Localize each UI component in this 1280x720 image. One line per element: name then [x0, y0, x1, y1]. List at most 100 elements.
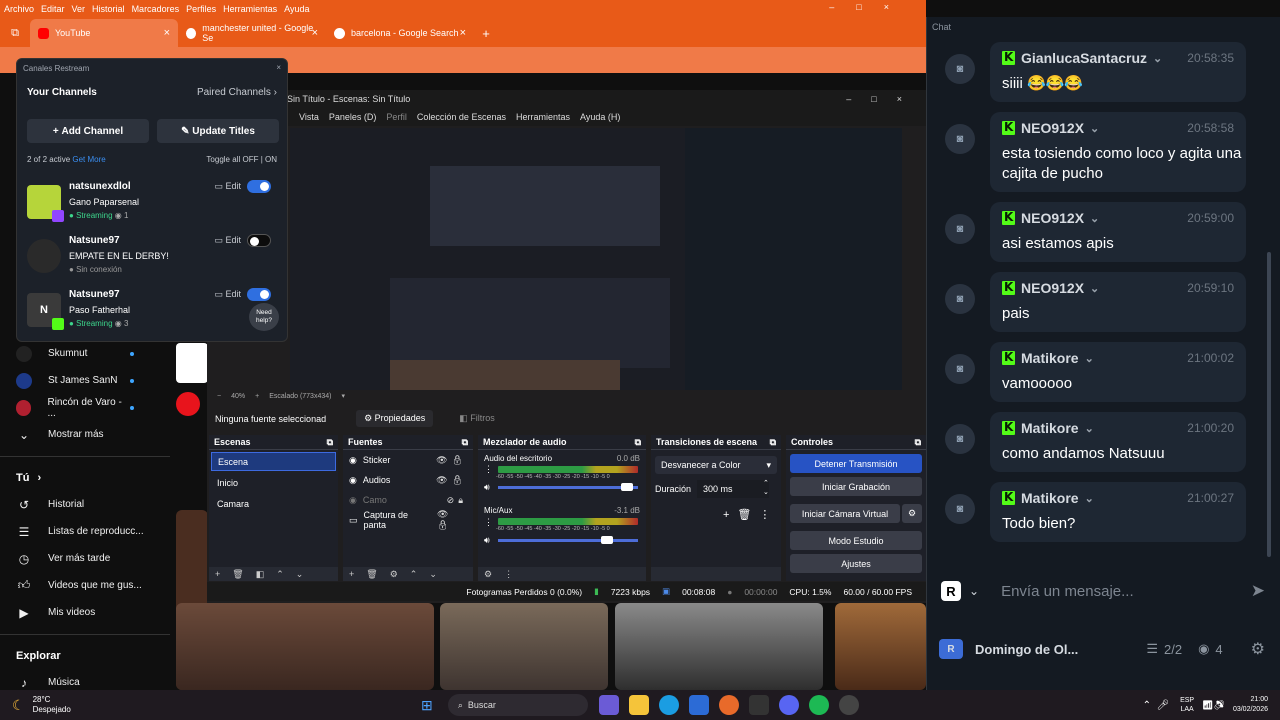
add-icon[interactable]: + [349, 569, 354, 579]
chevron-down-icon[interactable]: ⌄ [969, 584, 979, 598]
speaker-icon[interactable]: 🔊︎ [484, 535, 490, 546]
scene-item[interactable]: Inicio [211, 473, 336, 492]
tab-barcelona[interactable]: barcelona - Google Search × [326, 19, 474, 47]
message-author[interactable]: NEO912X ⌄ [1002, 210, 1099, 226]
duration-stepper[interactable]: ⌃ ⌄ [763, 479, 769, 497]
obs-menu-colecciones[interactable]: Colección de Escenas [417, 112, 506, 122]
start-virtual-cam-button[interactable]: Iniciar Cámara Virtual [790, 504, 900, 523]
sub-stjames[interactable]: St James SanN [0, 367, 170, 394]
language-indicator[interactable]: ESP LAA [1180, 696, 1194, 714]
undock-icon[interactable]: ⧉ [635, 437, 641, 448]
source-item[interactable]: ▭ Captura de panta 👁︎🔒︎ [343, 509, 473, 531]
source-item[interactable]: ◉ Sticker 👁︎🔒︎ [343, 450, 473, 470]
zoom-in-button[interactable]: + [255, 393, 259, 400]
arrow-up-icon[interactable]: ⌃ [276, 569, 284, 580]
edit-button[interactable]: ▭ Edit [214, 235, 241, 246]
arrow-up-icon[interactable]: ⌃ [410, 569, 418, 580]
scene-item[interactable]: Camara [211, 494, 336, 513]
message-author[interactable]: Matikore ⌄ [1002, 420, 1094, 436]
folder-icon[interactable] [628, 695, 649, 715]
epic-games-icon[interactable] [748, 695, 769, 715]
settings-button[interactable]: Ajustes [790, 554, 922, 573]
menu-ayuda[interactable]: Ayuda [284, 4, 309, 14]
menu-marcadores[interactable]: Marcadores [132, 4, 180, 14]
mail-icon[interactable] [688, 695, 709, 715]
visibility-lock-icons[interactable]: 👁︎🔒︎ [436, 475, 467, 486]
scene-item[interactable]: Escena [211, 452, 336, 471]
paired-channels-link[interactable]: Paired Channels › [197, 87, 277, 98]
undock-icon[interactable]: ⧉ [327, 437, 333, 448]
new-tab-button[interactable]: + [474, 19, 498, 47]
toggle-all[interactable]: Toggle all OFF | ON [206, 155, 277, 164]
duration-input[interactable]: 300 ms [697, 480, 769, 498]
transition-select[interactable]: Desvanecer a Color ▾ [655, 456, 777, 474]
channel-toggle[interactable] [247, 288, 271, 301]
taskbar-search[interactable]: ⌕ Buscar [447, 694, 588, 716]
zoom-dropdown-icon[interactable]: ▾ [341, 392, 345, 400]
sidebar-item-liked[interactable]: 👍︎ Videos que me gus... [0, 572, 170, 599]
get-more-link[interactable]: Get More [72, 155, 105, 164]
you-section-header[interactable]: Tú › [0, 465, 170, 491]
arrow-down-icon[interactable]: ⌄ [296, 569, 304, 580]
spotify-icon[interactable] [808, 695, 829, 715]
sidebar-item-historial[interactable]: ↺ Historial [0, 491, 170, 518]
add-channel-button[interactable]: + Add Channel [27, 119, 149, 143]
close-icon[interactable]: × [312, 27, 318, 39]
source-item[interactable]: ◉ Camo ⊘🔒︎ [343, 490, 473, 510]
obs-menu-herramientas[interactable]: Herramientas [516, 112, 570, 122]
menu-editar[interactable]: Editar [41, 4, 65, 14]
show-name[interactable]: Domingo de Ol... [975, 642, 1078, 657]
chat-scrollbar[interactable] [1267, 252, 1271, 557]
menu-herramientas[interactable]: Herramientas [223, 4, 277, 14]
transition-actions[interactable]: +🗑︎⋮ [723, 508, 778, 521]
obs-menu-paneles[interactable]: Paneles (D) [329, 112, 377, 122]
edge-icon[interactable] [658, 695, 679, 715]
undock-icon[interactable]: ⧉ [770, 437, 776, 448]
chat-message-input[interactable]: Envía un mensaje... [1001, 583, 1134, 600]
properties-button[interactable]: ⚙ Propiedades [356, 410, 434, 427]
visibility-lock-icons[interactable]: 👁︎🔒︎ [437, 509, 467, 531]
source-item[interactable]: ◉ Audios 👁︎🔒︎ [343, 470, 473, 490]
more-vert-icon[interactable]: ⋮ [484, 517, 493, 528]
trash-icon[interactable]: 🗑︎ [366, 569, 377, 580]
obs-menu-vista[interactable]: Vista [299, 112, 319, 122]
zoom-out-button[interactable]: − [217, 393, 221, 400]
more-vert-icon[interactable]: ⋮ [484, 464, 493, 475]
trash-icon[interactable]: 🗑︎ [232, 569, 243, 580]
obs-menu-ayuda[interactable]: Ayuda (H) [580, 112, 620, 122]
show-more-button[interactable]: ⌄ Mostrar más [0, 421, 170, 448]
edit-button[interactable]: ▭ Edit [214, 289, 241, 300]
visibility-lock-icons[interactable]: 👁︎🔒︎ [436, 455, 467, 466]
undock-icon[interactable]: ⧉ [462, 437, 468, 448]
window-controls[interactable]: –□× [829, 2, 911, 12]
need-help-button[interactable]: Need help? [249, 303, 279, 331]
message-author[interactable]: GianlucaSantacruz ⌄ [1002, 50, 1162, 66]
start-icon[interactable]: ⊞ [417, 695, 437, 715]
obs-preview[interactable] [290, 128, 902, 390]
obs-window-controls[interactable]: –□× [846, 94, 926, 104]
speaker-icon[interactable]: 🔊︎ [484, 482, 490, 493]
clock[interactable]: 21:00 03/02/2026 [1233, 695, 1268, 715]
stop-stream-button[interactable]: Detener Transmisión [790, 454, 922, 473]
update-titles-button[interactable]: ✎ Update Titles [157, 119, 279, 143]
firefox-icon[interactable] [718, 695, 739, 715]
close-icon[interactable]: × [460, 27, 466, 39]
message-author[interactable]: NEO912X ⌄ [1002, 280, 1099, 296]
close-icon[interactable]: × [276, 63, 281, 72]
video-thumbnail[interactable] [835, 603, 926, 690]
menu-archivo[interactable]: Archivo [4, 4, 34, 14]
tab-manchester[interactable]: manchester united - Google Se × [178, 19, 326, 47]
filters-button[interactable]: ◧ Filtros [451, 410, 503, 427]
tab-manager-icon[interactable]: ⧉ [0, 19, 30, 47]
copilot-icon[interactable] [598, 695, 619, 715]
arrow-down-icon[interactable]: ⌄ [429, 569, 437, 580]
more-vert-icon[interactable]: ⋮ [504, 569, 513, 580]
sub-rincon[interactable]: Rincón de Varo - ... [0, 394, 170, 421]
sub-skumnut[interactable]: Skumnut [0, 340, 170, 367]
send-icon[interactable]: ➤ [1251, 581, 1265, 601]
channel-toggle[interactable] [247, 180, 271, 193]
gear-icon[interactable]: ⚙ [390, 569, 398, 580]
message-author[interactable]: Matikore ⌄ [1002, 490, 1094, 506]
message-author[interactable]: Matikore ⌄ [1002, 350, 1094, 366]
video-thumbnail[interactable] [615, 603, 823, 690]
